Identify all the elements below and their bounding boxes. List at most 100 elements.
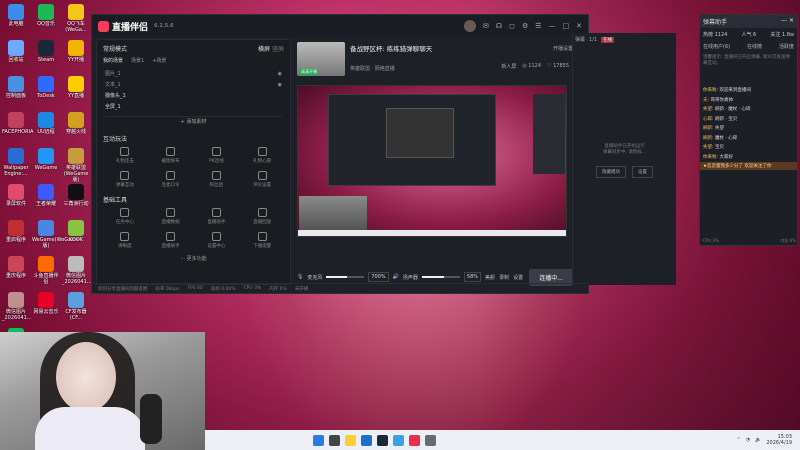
taskbar-app-icon[interactable] [409,434,420,446]
desktop-icon[interactable]: Steam [32,40,60,63]
taskbar-app-icon[interactable] [393,434,404,446]
volume-icon[interactable]: 🔉 [755,437,761,443]
menu-icon[interactable]: ☰ [535,22,541,30]
speaker-volume[interactable]: 58% [463,272,482,282]
tool-item[interactable]: 直播数据 [149,206,193,228]
desktop-icon[interactable]: 录屏软件 [2,184,30,207]
tool-item[interactable]: 设置中心 [195,230,239,252]
desktop-icon[interactable]: YY直播 [62,76,90,99]
desktop-icon[interactable]: 斗鱼直播伴侣 [32,256,60,285]
desktop-icon[interactable]: 控制面板 [2,76,30,99]
chat-message[interactable]: 失望: 宝贝 [700,143,797,153]
interact-item[interactable]: 礼物连击 [103,145,147,167]
start-icon[interactable] [313,434,324,446]
desktop-icon[interactable]: YY开播 [62,40,90,63]
desktop-icon[interactable]: 三角洲行动 [62,184,90,207]
chat-message[interactable]: 你来啦: 大家好 [700,153,797,163]
chat-message[interactable]: 刷新: 失望 [700,124,797,134]
desktop-icon[interactable]: 英雄联盟(WeGame版) [62,148,90,183]
headset-icon[interactable]: ☊ [496,22,502,30]
tool-item[interactable]: 直播助手 [195,206,239,228]
desktop-icon[interactable]: FACEPHORIA [2,112,33,135]
desktop-icon[interactable]: UU远程 [32,112,60,135]
desktop-icon[interactable]: 王者荣耀 [32,184,60,207]
helper-tab[interactable]: 活跃度 [779,43,794,50]
desktop-icon[interactable]: QQ音乐 [32,4,60,27]
tab-portrait[interactable]: 竖屏 [272,46,284,53]
source-item[interactable]: 摄像头_1 [97,90,290,101]
tab-scene-1[interactable]: 场景1 [131,57,144,64]
source-item[interactable]: 文本_1 ◉ [97,79,290,90]
interact-item[interactable]: 礼物心愿 [240,145,284,167]
interact-item[interactable]: 连麦口令 [149,169,193,191]
mode-label[interactable]: 常规模式 [103,44,127,53]
settings-button[interactable]: 设置 [513,274,523,281]
tool-item[interactable]: 清晰度 [103,230,147,252]
mic-icon[interactable]: 🎙 [297,274,303,280]
add-material-button[interactable]: + 添加素材 [105,116,282,126]
stream-title[interactable]: 备战野区杯: 练练猎弹聊聊天 [350,43,432,53]
helper-tab[interactable]: 在线榜 [747,43,762,50]
close-icon[interactable]: ✕ [576,22,582,30]
interact-item[interactable]: 评论设置 [240,169,284,191]
tool-item[interactable]: 直播回放 [240,206,284,228]
desktop-icon[interactable]: 微信图片_2026041... [2,292,32,321]
chat-message[interactable]: 天: 哥哥你真帅 [700,96,797,106]
avatar[interactable] [464,20,477,32]
tab-my-scenes[interactable]: 我的场景 [103,57,123,64]
tray-arrow-icon[interactable]: ⌃ [737,437,741,443]
interact-item[interactable]: PK连线 [195,145,239,167]
desktop-icon[interactable]: ToDesk [32,76,60,99]
speaker-slider[interactable] [421,276,460,278]
speaker-icon[interactable]: 🔊 [393,274,399,280]
helper-tab[interactable]: 在线用户(6) [703,43,730,50]
hide-module-button[interactable]: 隐藏模块 [596,166,626,178]
source-item[interactable]: 全屏_1 [97,101,290,112]
record-button[interactable]: 录制 [499,274,509,281]
desktop-icon[interactable]: CF发布器(CF... [62,292,90,321]
desktop-icon[interactable]: 回收站 [2,40,30,63]
chat-message[interactable]: 心碎: 刷新 · 宝贝 [700,115,797,125]
desktop-icon[interactable]: 重庆程序 [2,256,30,279]
tab-landscape[interactable]: 横屏 [258,46,270,53]
desktop-icon[interactable]: 穿越火线 [62,112,90,135]
source-item[interactable]: 图片_1 ◉ [97,68,290,79]
desktop-icon[interactable]: 网易云音乐 [32,292,60,315]
chat-message[interactable]: 刷新: 魔杖 · 心碎 [700,134,797,144]
taskbar-app-icon[interactable] [345,434,356,446]
tool-item[interactable]: 直播助手 [149,230,193,252]
chat-icon[interactable]: ◻ [509,22,515,30]
interact-item[interactable]: 粉丝团 [195,169,239,191]
desktop-icon[interactable]: 此电脑 [2,4,30,27]
taskbar-app-icon[interactable] [377,434,388,446]
taskbar-app-icon[interactable] [425,434,436,446]
tool-item[interactable]: 下播提醒 [240,230,284,252]
mic-slider[interactable] [326,276,365,278]
interact-item[interactable]: 截图发布 [149,145,193,167]
clock[interactable]: 15:03 2026/4/19 [766,434,792,446]
stream-category[interactable]: 英雄联盟 · 隔绝直播 [350,65,432,72]
add-scene-button[interactable]: +场景 [152,57,166,64]
minimize-icon[interactable]: — [549,22,556,30]
helper-close-icon[interactable]: — ✕ [781,17,794,26]
desktop-icon[interactable]: 重启程序 [2,220,30,243]
status-item[interactable]: 如何分享直播间到朋友圈 [98,286,148,292]
message-icon[interactable]: ✉ [483,22,489,30]
stream-preview[interactable] [297,85,567,237]
settings-icon[interactable]: ⚙ [522,22,528,30]
stream-settings-link[interactable]: 开播设置 [553,45,573,52]
new-user-button[interactable]: 新人屏 [501,63,516,70]
desktop-icon[interactable]: Wallpaper Engine:... [2,148,30,177]
desktop-icon[interactable]: WeGame(WeGame版) [32,220,79,249]
desktop-icon[interactable]: WeGame [32,148,60,171]
beauty-button[interactable]: 美颜 [485,274,495,281]
eye-icon[interactable]: ◉ [278,71,282,77]
danmaku-tab[interactable]: 弹幕 [575,36,585,43]
desktop-icon[interactable]: 微信图片_2026041... [62,256,92,285]
network-icon[interactable]: ◔ [746,437,750,443]
chat-message[interactable]: 失望: 刷新 · 魔杖 · 心碎 [700,105,797,115]
desktop-icon[interactable]: QQ飞车(WeGa... [62,4,90,33]
stream-cover[interactable]: 高清开播 [297,42,345,76]
chat-message[interactable]: 你来啦: 欢迎来到直播间 [700,86,797,96]
interact-item[interactable]: 弹幕互动 [103,169,147,191]
